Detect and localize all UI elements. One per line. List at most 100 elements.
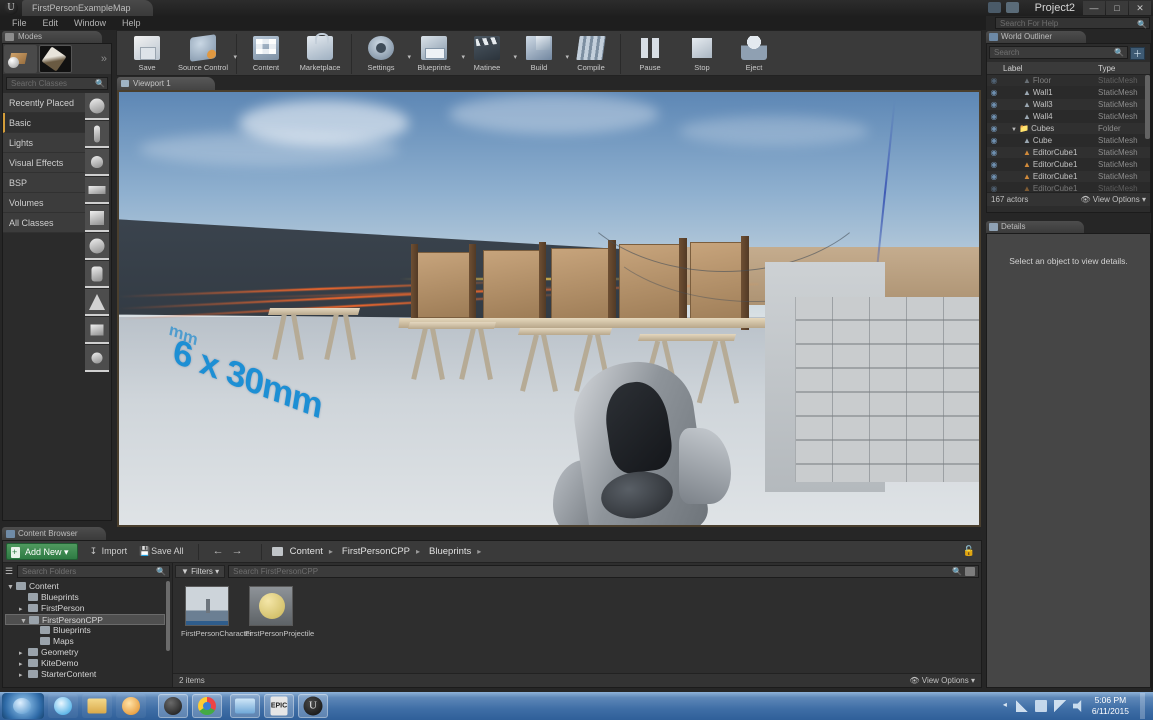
chrome-icon[interactable] <box>192 694 222 718</box>
viewport-tab[interactable]: Viewport 1 <box>117 77 215 90</box>
asset-item-firstpersoncharacter[interactable]: FirstPersonCharacter <box>181 586 252 673</box>
tray-expand-icon[interactable]: ◂ <box>1003 700 1009 712</box>
placeable-sphere-actor[interactable] <box>85 93 110 120</box>
media-player-icon[interactable] <box>116 694 146 718</box>
start-orb-icon[interactable] <box>2 693 44 719</box>
expander-icon[interactable]: ▼ <box>7 582 16 593</box>
maximize-button[interactable]: □ <box>1106 1 1128 15</box>
tree-item-firstperson[interactable]: ▸ FirstPerson <box>5 603 172 614</box>
nav-forward-button[interactable]: → <box>232 543 243 560</box>
save-all-button[interactable]: 💾 Save All <box>139 543 184 560</box>
save-search-icon[interactable] <box>965 567 975 576</box>
close-button[interactable]: ✕ <box>1129 1 1151 15</box>
visibility-eye-icon[interactable]: ◉ <box>987 123 1001 134</box>
modes-category-all-classes[interactable]: All Classes <box>3 213 86 233</box>
visibility-eye-icon[interactable]: ◉ <box>987 159 1001 170</box>
minimize-button[interactable]: — <box>1083 1 1105 15</box>
visibility-eye-icon[interactable]: ◉ <box>987 183 1001 192</box>
modes-category-volumes[interactable]: Volumes <box>3 193 86 213</box>
table-row[interactable]: ◉ ▲ Floor StaticMesh <box>987 75 1150 87</box>
table-row[interactable]: ◉ ▲ Wall4 StaticMesh <box>987 111 1150 123</box>
tree-item-cpp-blueprints[interactable]: Blueprints <box>5 625 172 636</box>
toolbar-settings-button[interactable]: Settings ▾ <box>355 31 411 75</box>
modes-category-bsp[interactable]: BSP <box>3 173 86 193</box>
details-tab[interactable]: Details <box>986 221 1084 233</box>
modes-category-lights[interactable]: Lights <box>3 133 86 153</box>
toolbar-matinee-button[interactable]: Matinee ▾ <box>461 31 517 75</box>
placeable-cylinder-mesh[interactable] <box>85 261 110 288</box>
folder-search-input[interactable]: Search Folders 🔍 <box>17 564 170 578</box>
visibility-eye-icon[interactable]: ◉ <box>987 135 1001 146</box>
tree-item-blueprints[interactable]: Blueprints <box>5 592 172 603</box>
placeable-plane-actor[interactable] <box>85 177 110 204</box>
internet-explorer-icon[interactable] <box>48 694 78 718</box>
toolbar-blueprints-button[interactable]: Blueprints ▾ <box>407 31 465 75</box>
modes-tab[interactable]: Modes <box>2 31 102 43</box>
menu-file[interactable]: File <box>4 16 35 30</box>
asset-item-firstpersonprojectile[interactable]: FirstPersonProjectile <box>245 586 314 673</box>
placeable-cone-mesh[interactable] <box>85 289 110 316</box>
modes-search-input[interactable]: Search Classes 🔍 <box>6 77 108 90</box>
help-search-input[interactable]: Search For Help 🔍 <box>995 17 1150 29</box>
toolbar-content-button[interactable]: Content <box>240 31 292 75</box>
folder-tree-scrollbar[interactable] <box>166 581 170 651</box>
outliner-column-label[interactable]: Label <box>987 62 1098 74</box>
map-tab[interactable]: FirstPersonExampleMap <box>22 0 153 16</box>
expander-icon[interactable]: ▼ <box>20 616 29 627</box>
modes-category-visual-effects[interactable]: Visual Effects <box>3 153 86 173</box>
visibility-eye-icon[interactable]: ◉ <box>987 99 1001 110</box>
menu-window[interactable]: Window <box>66 16 114 30</box>
menu-edit[interactable]: Edit <box>35 16 67 30</box>
cloud-icon[interactable] <box>1006 2 1019 13</box>
feedback-icon[interactable] <box>988 2 1001 13</box>
table-row[interactable]: ◉ ▲ EditorCube1 StaticMesh <box>987 183 1150 192</box>
network-icon[interactable] <box>1015 700 1028 712</box>
placeable-point-light-actor[interactable] <box>85 149 110 176</box>
toolbar-compile-button[interactable]: Compile <box>565 31 617 75</box>
visibility-eye-icon[interactable]: ◉ <box>987 87 1001 98</box>
tree-item-firstpersoncpp[interactable]: ▼ FirstPersonCPP <box>5 614 165 625</box>
content-browser-tab[interactable]: Content Browser <box>2 527 106 540</box>
visibility-eye-icon[interactable]: ◉ <box>987 111 1001 122</box>
folder-tree[interactable]: ▼ Content Blueprints ▸ FirstPerson ▼ FirstP… <box>3 579 172 680</box>
epic-launcher-icon[interactable]: EPIC <box>264 694 294 718</box>
toolbar-eject-button[interactable]: Eject <box>728 31 780 75</box>
tree-item-maps[interactable]: Maps <box>5 636 172 647</box>
placeable-box-mesh[interactable] <box>85 317 110 344</box>
modes-category-basic[interactable]: Basic <box>3 113 86 133</box>
toolbar-marketplace-button[interactable]: Marketplace <box>292 31 348 75</box>
breadcrumb-firstpersoncpp[interactable]: FirstPersonCPP <box>342 543 410 560</box>
action-center-icon[interactable] <box>1034 700 1047 712</box>
placeable-sphere-on-box-mesh[interactable] <box>85 345 110 372</box>
menu-help[interactable]: Help <box>114 16 149 30</box>
obs-icon[interactable] <box>158 694 188 718</box>
visibility-eye-icon[interactable]: ◉ <box>987 147 1001 158</box>
import-button[interactable]: ↧ Import <box>90 543 128 560</box>
taskbar-clock[interactable]: 5:06 PM 6/11/2015 <box>1092 695 1129 717</box>
table-row[interactable]: ◉ ▲ EditorCube1 StaticMesh <box>987 147 1150 159</box>
toolbar-pause-button[interactable]: Pause <box>624 31 676 75</box>
table-row[interactable]: ◉ ▲ Wall1 StaticMesh <box>987 87 1150 99</box>
table-row[interactable]: ◉ ▼ 📁 Cubes Folder <box>987 123 1150 135</box>
modes-category-recently-placed[interactable]: Recently Placed <box>3 93 86 113</box>
tree-item-kitedemo[interactable]: ▸ KiteDemo <box>5 658 172 669</box>
nav-back-button[interactable]: ← <box>213 543 224 560</box>
toolbar-source-control-button[interactable]: Source Control ▾ <box>173 31 237 75</box>
place-mode-button[interactable] <box>4 45 37 73</box>
filters-button[interactable]: ▼ Filters ▾ <box>175 565 226 578</box>
tree-item-content[interactable]: ▼ Content <box>5 581 172 592</box>
more-modes-button[interactable]: » <box>101 53 111 65</box>
breadcrumb-content[interactable]: Content <box>290 543 323 560</box>
placeable-sphere-mesh[interactable] <box>85 233 110 260</box>
image-viewer-icon[interactable] <box>230 694 260 718</box>
expander-icon[interactable]: ▸ <box>19 604 28 615</box>
table-row[interactable]: ◉ ▲ Cube StaticMesh <box>987 135 1150 147</box>
lock-icon[interactable]: 🔓 <box>963 546 975 557</box>
visibility-eye-icon[interactable]: ◉ <box>987 75 1001 86</box>
outliner-view-options-button[interactable]: 👁 View Options ▾ <box>1080 195 1146 204</box>
placeable-cube-actor[interactable] <box>85 205 110 232</box>
outliner-list[interactable]: ◉ ▲ Floor StaticMesh ◉ ▲ Wall1 StaticMesh … <box>987 75 1150 192</box>
toolbar-build-button[interactable]: Build ▾ <box>513 31 569 75</box>
tree-item-geometry[interactable]: ▸ Geometry <box>5 647 172 658</box>
asset-grid[interactable]: FirstPersonCharacter FirstPersonProjecti… <box>173 580 981 673</box>
